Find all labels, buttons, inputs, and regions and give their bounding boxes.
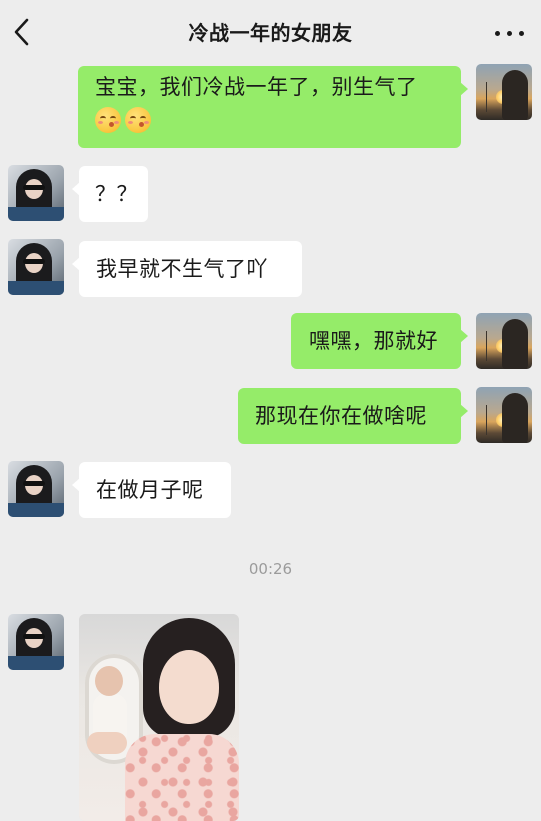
avatar-girlfriend[interactable] xyxy=(8,614,64,670)
kiss-emoji xyxy=(125,107,151,133)
emoji-row xyxy=(95,104,445,134)
message-text: 宝宝，我们冷战一年了，别生气了 xyxy=(95,75,418,99)
avatar-girlfriend[interactable] xyxy=(8,165,64,221)
kiss-emoji xyxy=(95,107,121,133)
message-bubble-sent[interactable]: 嘿嘿，那就好 xyxy=(291,313,468,369)
message-text: 在做月子呢 xyxy=(96,478,204,502)
avatar-self[interactable] xyxy=(476,313,532,369)
message-timestamp: 00:26 xyxy=(248,560,293,578)
message-bubble-received[interactable]: 在做月子呢 xyxy=(72,462,231,518)
chat-header: 冷战一年的女朋友 xyxy=(0,0,541,64)
message-text: ？？ xyxy=(95,182,138,206)
message-text: 嘿嘿，那就好 xyxy=(309,329,438,353)
message-text: 我早就不生气了吖 xyxy=(96,257,268,281)
chat-title: 冷战一年的女朋友 xyxy=(188,21,353,45)
image-message[interactable] xyxy=(79,614,239,821)
message-bubble-received[interactable]: ？？ xyxy=(72,166,148,222)
woman-face xyxy=(159,650,219,724)
avatar-self[interactable] xyxy=(476,387,532,443)
chat-screen: 冷战一年的女朋友 宝宝，我们冷战一年了，别生气了 ？？ 我早就不生气了吖 嘿嘿，… xyxy=(0,0,541,821)
message-bubble-sent[interactable]: 那现在你在做啥呢 xyxy=(238,388,468,444)
more-button[interactable] xyxy=(493,22,527,42)
avatar-girlfriend[interactable] xyxy=(8,239,64,295)
message-bubble-sent[interactable]: 宝宝，我们冷战一年了，别生气了 xyxy=(78,66,468,148)
avatar-girlfriend[interactable] xyxy=(8,461,64,517)
woman-pajamas xyxy=(125,734,239,821)
more-dots-icon-dot xyxy=(507,31,512,36)
more-dots-icon-dot xyxy=(519,31,524,36)
avatar-self[interactable] xyxy=(476,64,532,120)
message-bubble-received[interactable]: 我早就不生气了吖 xyxy=(72,241,302,297)
woman-hand xyxy=(87,732,127,754)
more-dots-icon xyxy=(495,31,500,36)
baby-head xyxy=(95,666,123,696)
message-text: 那现在你在做啥呢 xyxy=(255,404,427,428)
